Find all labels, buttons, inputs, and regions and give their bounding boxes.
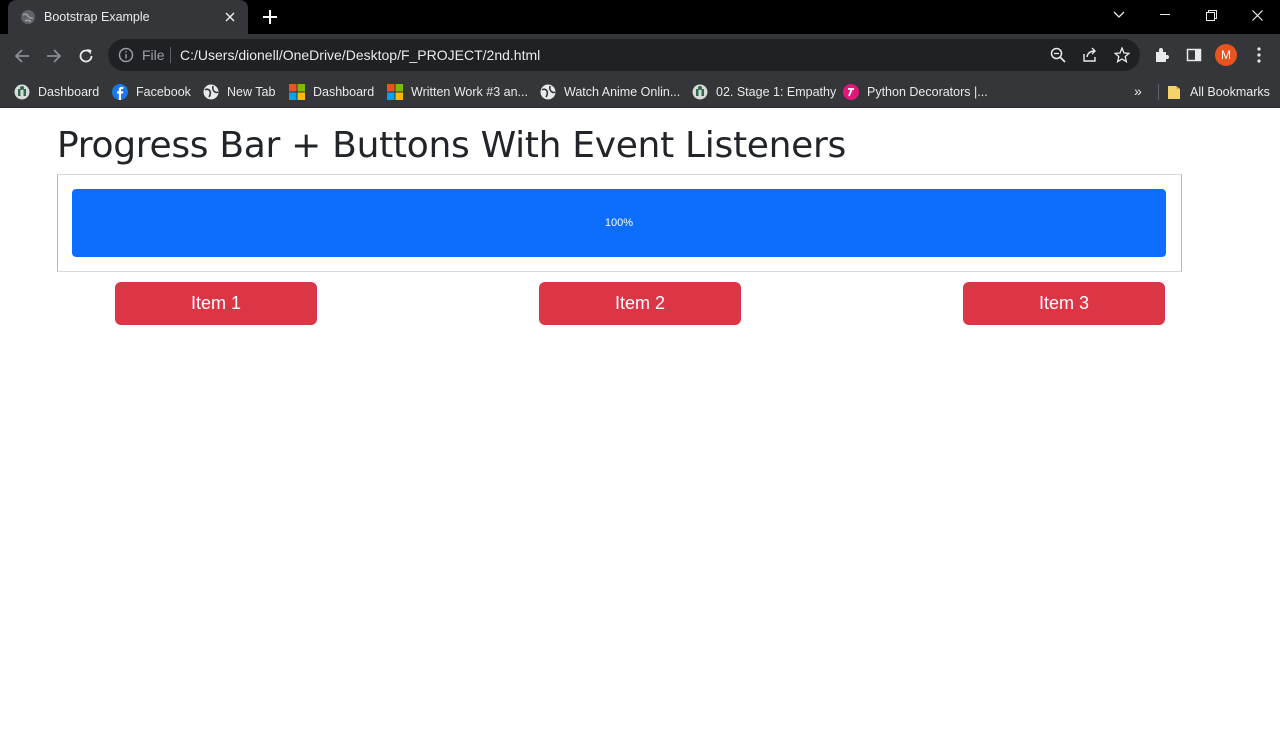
bookmark-item[interactable]: Watch Anime Onlin... xyxy=(540,82,680,102)
bookmark-item[interactable]: Dashboard xyxy=(14,82,99,102)
folder-icon xyxy=(1168,86,1180,99)
side-panel-icon[interactable] xyxy=(1184,45,1204,65)
moodle-icon xyxy=(14,84,30,100)
moodle-icon xyxy=(692,84,708,100)
item-3-button[interactable]: Item 3 xyxy=(963,282,1165,325)
bookmark-star-icon[interactable] xyxy=(1112,45,1132,65)
url-text[interactable]: C:/Users/dionell/OneDrive/Desktop/F_PROJ… xyxy=(180,47,540,63)
address-divider xyxy=(170,47,171,63)
back-arrow-icon[interactable] xyxy=(8,42,36,70)
bookmark-label: New Tab xyxy=(227,85,276,99)
progress-bar: 100% xyxy=(72,189,1166,257)
avatar[interactable]: M xyxy=(1215,44,1237,66)
forward-arrow-icon[interactable] xyxy=(40,42,68,70)
bookmark-item[interactable]: Dashboard xyxy=(289,82,374,102)
bookmarks-bar: Dashboard Facebook New Tab Dashboard Wri… xyxy=(0,76,1280,108)
item-1-button[interactable]: Item 1 xyxy=(115,282,317,325)
progress-track: 100% xyxy=(72,189,1166,257)
page-title: Progress Bar + Buttons With Event Listen… xyxy=(57,125,846,166)
bookmark-item[interactable]: Python Decorators |... xyxy=(843,82,988,102)
reload-icon[interactable] xyxy=(72,42,100,70)
restore-icon[interactable] xyxy=(1188,0,1234,30)
bookmark-label: Python Decorators |... xyxy=(867,85,988,99)
globe-icon xyxy=(540,84,556,100)
bookmark-label: Dashboard xyxy=(313,85,375,99)
bookmark-label: 02. Stage 1: Empathy xyxy=(716,85,837,99)
close-icon[interactable] xyxy=(222,9,238,25)
scheme-label: File xyxy=(142,47,165,63)
progress-label: 100% xyxy=(604,217,634,229)
address-bar[interactable]: File C:/Users/dionell/OneDrive/Desktop/F… xyxy=(108,39,1140,71)
bookmarks-divider xyxy=(1158,84,1159,100)
info-icon[interactable] xyxy=(118,47,134,63)
item-2-button[interactable]: Item 2 xyxy=(539,282,741,325)
browser-toolbar: File C:/Users/dionell/OneDrive/Desktop/F… xyxy=(0,34,1280,76)
bookmark-item[interactable]: New Tab xyxy=(203,82,275,102)
microsoft-icon xyxy=(289,84,305,100)
extensions-icon[interactable] xyxy=(1152,45,1172,65)
bookmark-label: Dashboard xyxy=(38,85,100,99)
tab-search-chevron-icon[interactable] xyxy=(1096,0,1142,30)
all-bookmarks-label: All Bookmarks xyxy=(1190,85,1270,99)
tab-title: Bootstrap Example xyxy=(44,10,150,24)
bookmark-item[interactable]: Facebook xyxy=(112,82,191,102)
bookmark-item[interactable]: 02. Stage 1: Empathy xyxy=(692,82,836,102)
globe-icon xyxy=(20,9,36,25)
facebook-icon xyxy=(112,84,128,100)
globe-icon xyxy=(203,84,219,100)
window-close-icon[interactable] xyxy=(1234,0,1280,30)
bookmark-label: Written Work #3 an... xyxy=(411,85,528,99)
microsoft-icon xyxy=(387,84,403,100)
bookmark-label: Watch Anime Onlin... xyxy=(564,85,681,99)
new-tab-button[interactable] xyxy=(258,5,282,29)
browser-tab[interactable]: Bootstrap Example xyxy=(8,0,248,34)
minimize-icon[interactable] xyxy=(1142,0,1188,30)
bookmark-item[interactable]: Written Work #3 an... xyxy=(387,82,528,102)
all-bookmarks-button[interactable]: All Bookmarks xyxy=(1166,82,1270,102)
bookmarks-overflow-icon[interactable]: » xyxy=(1134,83,1142,99)
page-content: Progress Bar + Buttons With Event Listen… xyxy=(0,109,1280,751)
bookmark-label: Facebook xyxy=(136,85,191,99)
pink-app-icon xyxy=(843,84,859,100)
title-bar: Bootstrap Example xyxy=(0,0,1280,34)
zoom-icon[interactable] xyxy=(1048,45,1068,65)
menu-dots-icon[interactable] xyxy=(1249,45,1269,65)
progress-container: 100% xyxy=(57,174,1182,272)
share-icon[interactable] xyxy=(1080,45,1100,65)
